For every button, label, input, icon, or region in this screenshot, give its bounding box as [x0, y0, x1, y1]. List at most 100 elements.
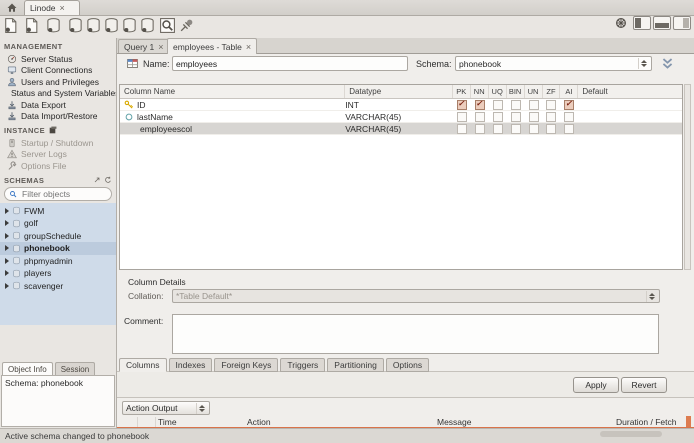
checkbox-un[interactable] — [528, 123, 539, 134]
create-view-button[interactable] — [85, 17, 103, 35]
checkbox-zf[interactable] — [546, 99, 557, 110]
table-name-input[interactable] — [172, 56, 408, 71]
apply-button[interactable]: Apply — [573, 377, 619, 393]
create-table-button[interactable] — [67, 17, 85, 35]
create-function-button[interactable] — [121, 17, 139, 35]
sidebar-item-users-privileges[interactable]: Users and Privileges — [0, 76, 116, 88]
toggle-left-sidebar-button[interactable] — [633, 16, 651, 30]
sidebar-item-client-connections[interactable]: Client Connections — [0, 65, 116, 77]
schema-filter[interactable] — [4, 186, 112, 201]
toggle-bottom-panel-button[interactable] — [653, 16, 671, 30]
output-header-time[interactable]: Time — [158, 417, 177, 427]
checkbox-bin[interactable] — [510, 123, 521, 134]
schema-item-scavenger[interactable]: scavenger — [0, 280, 116, 293]
expand-arrow-icon[interactable] — [5, 270, 9, 277]
expand-arrow-icon[interactable] — [5, 220, 9, 227]
refresh-schemas-icon[interactable] — [104, 176, 112, 184]
subtab-indexes[interactable]: Indexes — [168, 358, 213, 372]
checkbox-ai[interactable] — [564, 123, 575, 134]
schema-item-phonebook[interactable]: phonebook — [0, 242, 116, 255]
create-schema-button[interactable] — [45, 17, 63, 35]
output-header-message[interactable]: Message — [437, 417, 472, 427]
close-icon[interactable]: × — [246, 42, 251, 51]
schema-item-fwm[interactable]: FWM — [0, 205, 116, 218]
home-tab-button[interactable] — [3, 1, 21, 14]
connection-tab[interactable]: Linode × — [24, 0, 80, 15]
header-ai[interactable]: AI — [560, 85, 579, 98]
search-table-data-button[interactable] — [159, 17, 177, 35]
checkbox-nn[interactable] — [474, 99, 485, 110]
header-un[interactable]: UN — [525, 85, 543, 98]
output-header-action[interactable]: Action — [247, 417, 271, 427]
schema-item-players[interactable]: players — [0, 267, 116, 280]
schema-item-phpmyadmin[interactable]: phpmyadmin — [0, 255, 116, 268]
header-uq[interactable]: UQ — [489, 85, 507, 98]
checkbox-uq[interactable] — [492, 111, 503, 122]
subtab-options[interactable]: Options — [385, 358, 430, 372]
comment-textarea[interactable] — [172, 314, 659, 354]
checkbox-zf[interactable] — [546, 123, 557, 134]
sidebar-item-system-variables[interactable]: Status and System Variables — [0, 88, 116, 100]
sidebar-item-data-export[interactable]: Data Export — [0, 99, 116, 111]
checkbox-ai[interactable] — [564, 99, 575, 110]
checkbox-bin[interactable] — [510, 111, 521, 122]
checkbox-nn[interactable] — [474, 123, 485, 134]
schema-item-groupschedule[interactable]: groupSchedule — [0, 230, 116, 243]
checkbox-zf[interactable] — [546, 111, 557, 122]
checkbox-ai[interactable] — [564, 111, 575, 122]
new-sql-tab-button[interactable] — [2, 17, 20, 35]
create-procedure-button[interactable] — [103, 17, 121, 35]
checkbox-pk[interactable] — [456, 123, 467, 134]
tab-session[interactable]: Session — [54, 362, 96, 376]
create-trigger-button[interactable] — [139, 17, 157, 35]
header-default[interactable]: Default — [578, 85, 682, 98]
subtab-foreign-keys[interactable]: Foreign Keys — [214, 358, 279, 372]
tab-object-info[interactable]: Object Info — [2, 362, 53, 376]
output-header-duration[interactable]: Duration / Fetch — [616, 417, 688, 427]
column-row-lastname[interactable]: lastName VARCHAR(45) — [120, 111, 682, 123]
close-icon[interactable]: × — [158, 42, 163, 51]
action-output-select[interactable]: Action Output — [122, 401, 210, 415]
tab-employees-table[interactable]: employees - Table × — [167, 38, 258, 54]
expand-editor-chevrons-icon[interactable] — [660, 57, 675, 70]
sidebar-item-server-status[interactable]: Server Status — [0, 53, 116, 65]
subtab-columns[interactable]: Columns — [119, 358, 167, 372]
tab-query-1[interactable]: Query 1 × — [118, 39, 170, 53]
sidebar-item-startup-shutdown[interactable]: Startup / Shutdown — [0, 137, 116, 149]
revert-button[interactable]: Revert — [621, 377, 667, 393]
header-nn[interactable]: NN — [471, 85, 489, 98]
header-bin[interactable]: BIN — [507, 85, 525, 98]
header-datatype[interactable]: Datatype — [345, 85, 453, 98]
schema-filter-input[interactable] — [20, 187, 104, 200]
expand-arrow-icon[interactable] — [5, 257, 9, 264]
expand-schemas-icon[interactable] — [93, 176, 101, 184]
grid-vertical-scrollbar[interactable] — [684, 84, 691, 270]
header-zf[interactable]: ZF — [543, 85, 561, 98]
checkbox-pk[interactable] — [456, 99, 467, 110]
reconnect-dbms-button[interactable] — [178, 17, 196, 35]
collation-select[interactable]: *Table Default* — [172, 289, 660, 303]
column-row-id[interactable]: ID INT — [120, 99, 682, 111]
open-sql-script-button[interactable] — [23, 17, 41, 35]
header-pk[interactable]: PK — [453, 85, 471, 98]
header-column-name[interactable]: Column Name — [120, 85, 346, 98]
checkbox-un[interactable] — [528, 111, 539, 122]
checkbox-bin[interactable] — [510, 99, 521, 110]
spinner-icon[interactable] — [638, 58, 648, 69]
schema-select[interactable]: phonebook — [455, 56, 652, 71]
sidebar-item-data-import[interactable]: Data Import/Restore — [0, 111, 116, 123]
sidebar-item-options-file[interactable]: Options File — [0, 160, 116, 172]
column-row-employeescol[interactable]: employeescol VARCHAR(45) — [120, 123, 682, 135]
schema-item-golf[interactable]: golf — [0, 217, 116, 230]
expand-arrow-icon[interactable] — [5, 207, 9, 214]
horizontal-scrollbar-thumb[interactable] — [600, 431, 662, 437]
subtab-triggers[interactable]: Triggers — [280, 358, 326, 372]
expand-arrow-icon[interactable] — [5, 232, 9, 239]
expand-arrow-icon[interactable] — [5, 245, 9, 252]
subtab-partitioning[interactable]: Partitioning — [327, 358, 384, 372]
close-icon[interactable]: × — [60, 4, 65, 13]
toggle-right-sidebar-button[interactable] — [673, 16, 691, 30]
checkbox-pk[interactable] — [456, 111, 467, 122]
checkbox-uq[interactable] — [492, 99, 503, 110]
checkbox-uq[interactable] — [492, 123, 503, 134]
